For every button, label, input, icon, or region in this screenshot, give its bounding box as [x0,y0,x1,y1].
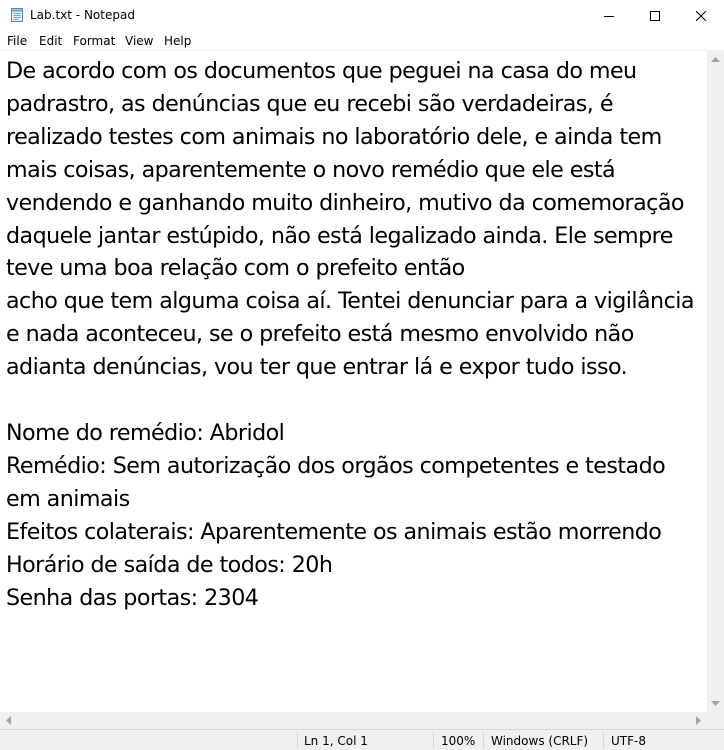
minimize-button[interactable] [586,0,632,31]
text-editor[interactable]: De acordo com os documentos que peguei n… [0,51,707,712]
status-zoom: 100% [441,734,476,748]
status-separator [297,732,298,749]
menu-bar: File Edit Format View Help [0,31,724,51]
notepad-icon [9,7,25,23]
status-separator [433,732,434,749]
menu-file[interactable]: File [7,34,27,48]
title-bar[interactable]: Lab.txt - Notepad [0,0,724,31]
scroll-up-icon[interactable] [707,51,724,68]
vertical-scrollbar[interactable] [707,51,724,712]
status-line-ending: Windows (CRLF) [491,734,589,748]
status-separator [603,732,604,749]
status-position: Ln 1, Col 1 [304,734,368,748]
close-button[interactable] [678,0,724,31]
scroll-right-icon[interactable] [690,712,707,729]
notepad-window: Lab.txt - Notepad File Edit Format View … [0,0,724,750]
minimize-icon [604,6,614,25]
maximize-icon [650,6,660,25]
menu-help[interactable]: Help [164,34,191,48]
horizontal-scrollbar[interactable] [0,712,707,729]
editor-content[interactable]: De acordo com os documentos que peguei n… [6,55,706,614]
scroll-down-icon[interactable] [707,695,724,712]
menu-edit[interactable]: Edit [39,34,62,48]
scroll-left-icon[interactable] [0,712,17,729]
scrollbar-corner [707,712,724,729]
status-separator [483,732,484,749]
menu-format[interactable]: Format [73,34,115,48]
maximize-button[interactable] [632,0,678,31]
window-title: Lab.txt - Notepad [30,8,135,22]
status-encoding: UTF-8 [611,734,646,748]
status-bar: Ln 1, Col 1 100% Windows (CRLF) UTF-8 [0,729,724,750]
close-icon [695,6,707,25]
menu-view[interactable]: View [125,34,153,48]
